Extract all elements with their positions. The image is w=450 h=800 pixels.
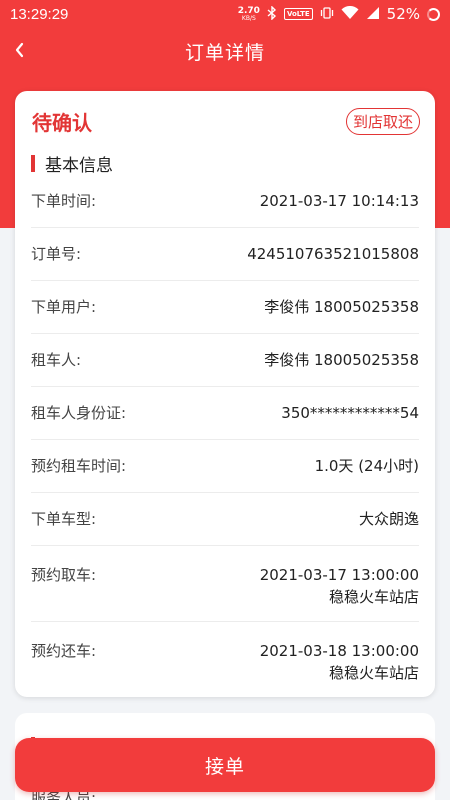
info-value: 350************54 — [281, 404, 419, 422]
info-row-order-number: 订单号: 424510763521015808 — [31, 228, 419, 281]
network-speed: 2.70 KB/S — [238, 6, 260, 22]
battery-percent: 52% — [386, 5, 420, 23]
battery-icon — [427, 7, 440, 21]
vibrate-icon — [320, 6, 334, 22]
section-marker — [31, 154, 35, 172]
info-value: 李俊伟 18005025358 — [264, 298, 419, 316]
return-time: 2021-03-18 13:00:00 — [259, 642, 419, 660]
order-info-list: 下单时间: 2021-03-17 10:14:13 订单号: 424510763… — [31, 175, 419, 698]
info-row-return: 预约还车: 2021-03-18 13:00:00 稳稳火车站店 — [31, 622, 419, 698]
network-speed-unit: KB/S — [241, 14, 256, 22]
info-label: 下单用户: — [31, 298, 97, 316]
info-value: 2021-03-18 13:00:00 稳稳火车站店 — [260, 640, 419, 684]
info-row-order-time: 下单时间: 2021-03-17 10:14:13 — [31, 175, 419, 228]
info-row-renter: 租车人: 李俊伟 18005025358 — [31, 334, 419, 387]
section-title-basic-info: 基本信息 — [31, 153, 113, 176]
pickup-store: 稳稳火车站店 — [328, 588, 419, 606]
info-value: 李俊伟 18005025358 — [264, 351, 419, 369]
status-icons: 2.70 KB/S VoLTE 52% — [238, 4, 440, 23]
info-label: 预约租车时间: — [31, 457, 127, 475]
pickup-time: 2021-03-17 13:00:00 — [259, 566, 419, 584]
info-label: 预约还车: — [31, 642, 97, 660]
signal-icon — [366, 6, 380, 23]
info-value: 424510763521015808 — [247, 245, 419, 263]
info-label: 订单号: — [31, 245, 82, 263]
info-row-renter-id: 租车人身份证: 350************54 — [31, 387, 419, 440]
info-value: 2021-03-17 13:00:00 稳稳火车站店 — [260, 564, 419, 608]
info-label: 租车人: — [31, 351, 82, 369]
info-label: 下单时间: — [31, 192, 97, 210]
info-row-rental-duration: 预约租车时间: 1.0天 (24小时) — [31, 440, 419, 493]
info-row-car-model: 下单车型: 大众朗逸 — [31, 493, 419, 546]
info-value: 2021-03-17 10:14:13 — [259, 192, 419, 210]
info-row-order-user: 下单用户: 李俊伟 18005025358 — [31, 281, 419, 334]
volte-icon: VoLTE — [283, 8, 313, 20]
return-store: 稳稳火车站店 — [328, 664, 419, 682]
accept-order-button[interactable]: 接单 — [15, 738, 435, 792]
nav-bar: 订单详情 — [0, 28, 450, 74]
status-time: 13:29:29 — [10, 5, 69, 23]
info-label: 租车人身份证: — [31, 404, 127, 422]
order-status-header: 待确认 到店取还 — [32, 107, 420, 135]
pickup-mode-badge: 到店取还 — [345, 107, 420, 135]
order-status: 待确认 — [32, 110, 92, 135]
bluetooth-icon — [267, 4, 277, 23]
info-label: 下单车型: — [31, 510, 97, 528]
page-title: 订单详情 — [184, 41, 265, 64]
status-bar: 13:29:29 2.70 KB/S VoLTE 52% — [0, 0, 450, 28]
info-value: 大众朗逸 — [358, 510, 419, 528]
wifi-icon — [341, 5, 359, 23]
info-value: 1.0天 (24小时) — [314, 457, 419, 475]
info-label: 预约取车: — [31, 566, 97, 584]
order-info-card: 待确认 到店取还 基本信息 下单时间: 2021-03-17 10:14:13 … — [15, 91, 435, 697]
section-title-text: 基本信息 — [45, 155, 113, 176]
info-row-pickup: 预约取车: 2021-03-17 13:00:00 稳稳火车站店 — [31, 546, 419, 622]
chevron-left-icon[interactable] — [10, 37, 36, 63]
